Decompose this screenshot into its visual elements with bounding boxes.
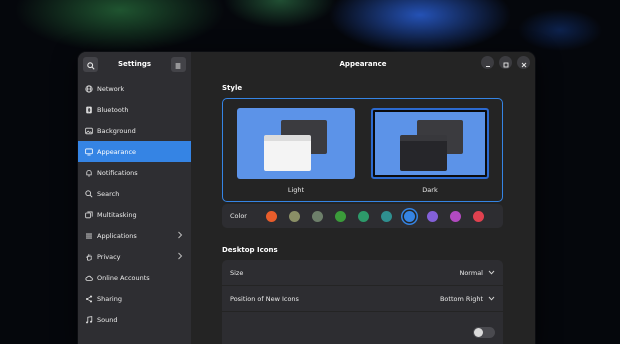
background-icon [84, 126, 93, 135]
color-label: Color [230, 212, 247, 220]
close-icon [521, 53, 527, 72]
preview-front-window [400, 135, 447, 171]
sidebar-list: Network Bluetooth Background Appearance … [78, 78, 191, 330]
color-swatch[interactable] [427, 210, 438, 222]
position-label: Position of New Icons [230, 294, 299, 303]
position-value: Bottom Right [439, 294, 483, 303]
preview-front-window [264, 135, 311, 171]
appearance-icon [84, 147, 93, 156]
sidebar-item-search[interactable]: Search [78, 183, 191, 204]
color-swatches [266, 210, 496, 222]
share-icon [84, 294, 93, 303]
minimize-button[interactable] [481, 56, 494, 69]
color-swatch[interactable] [473, 210, 484, 222]
main-panel: Appearance Style Light Dark Color Deskto… [191, 52, 535, 344]
bell-icon [84, 168, 93, 177]
maximize-button[interactable] [499, 56, 512, 69]
sidebar-item-label: Background [97, 126, 136, 135]
desktop-icons-list: Size Normal Position of New Icons Bottom… [222, 260, 503, 344]
sidebar-item-label: Network [97, 84, 125, 93]
light-theme-option[interactable] [237, 108, 355, 179]
style-section-title: Style [222, 84, 243, 92]
search-button[interactable] [83, 55, 98, 74]
sidebar-item-label: Appearance [97, 147, 137, 156]
toggle-row [222, 312, 503, 338]
search-icon [86, 55, 95, 74]
size-value: Normal [459, 268, 483, 277]
hand-icon [84, 252, 93, 261]
light-theme-label: Light [287, 186, 305, 194]
size-dropdown[interactable]: Normal [459, 269, 495, 277]
menu-button[interactable] [170, 55, 186, 74]
dark-theme-label: Dark [422, 186, 438, 194]
sidebar-item-background[interactable]: Background [78, 120, 191, 141]
minimize-icon [485, 53, 491, 72]
sidebar-item-label: Sound [97, 315, 118, 324]
position-row[interactable]: Position of New Icons Bottom Right [222, 286, 503, 312]
network-icon [84, 84, 93, 93]
close-button[interactable] [517, 56, 530, 69]
cloud-icon [84, 273, 93, 282]
style-selector: Light Dark [222, 98, 503, 202]
hamburger-icon [174, 55, 182, 74]
sidebar-item-bluetooth[interactable]: Bluetooth [78, 99, 191, 120]
size-row[interactable]: Size Normal [222, 260, 503, 286]
applications-icon [84, 231, 93, 240]
sidebar-item-applications[interactable]: Applications [78, 225, 191, 246]
size-label: Size [230, 268, 244, 277]
sidebar-item-privacy[interactable]: Privacy [78, 246, 191, 267]
sidebar-item-label: Notifications [97, 168, 138, 177]
toggle-knob [474, 327, 483, 337]
multitasking-icon [84, 210, 93, 219]
window-controls [481, 56, 530, 69]
chevron-right-icon [177, 231, 183, 241]
sidebar-item-label: Multitasking [97, 210, 137, 219]
chevron-down-icon [488, 295, 495, 303]
sidebar-header: Settings [78, 54, 191, 74]
dark-theme-option[interactable] [371, 108, 489, 179]
bluetooth-icon [84, 105, 93, 114]
sidebar-item-label: Bluetooth [97, 105, 129, 114]
sidebar-item-label: Online Accounts [97, 273, 150, 282]
sidebar-item-appearance[interactable]: Appearance [78, 141, 191, 162]
settings-window: Settings Network Bluetooth Background Ap… [78, 52, 535, 344]
color-swatch[interactable] [289, 210, 300, 222]
chevron-down-icon [488, 269, 495, 277]
color-swatch[interactable] [358, 210, 369, 222]
music-note-icon [84, 315, 93, 324]
sidebar: Settings Network Bluetooth Background Ap… [78, 52, 191, 344]
sidebar-title: Settings [117, 60, 152, 68]
color-swatch[interactable] [266, 210, 277, 222]
sidebar-item-online-accounts[interactable]: Online Accounts [78, 267, 191, 288]
chevron-right-icon [177, 252, 183, 262]
page-title: Appearance [339, 60, 387, 68]
sidebar-item-label: Sharing [97, 294, 122, 303]
accent-color-row: Color [222, 204, 503, 228]
maximize-icon [503, 53, 509, 72]
color-swatch[interactable] [381, 210, 392, 222]
sidebar-item-label: Applications [97, 231, 137, 240]
toggle-switch[interactable] [473, 326, 495, 338]
color-swatch[interactable] [404, 210, 415, 222]
desktop-icons-section-title: Desktop Icons [222, 246, 278, 254]
sidebar-item-notifications[interactable]: Notifications [78, 162, 191, 183]
sidebar-item-network[interactable]: Network [78, 78, 191, 99]
sidebar-item-sound[interactable]: Sound [78, 309, 191, 330]
color-swatch[interactable] [335, 210, 346, 222]
sidebar-item-label: Privacy [97, 252, 121, 261]
sidebar-item-label: Search [97, 189, 120, 198]
sidebar-item-sharing[interactable]: Sharing [78, 288, 191, 309]
sidebar-item-multitasking[interactable]: Multitasking [78, 204, 191, 225]
color-swatch[interactable] [312, 210, 323, 222]
search-icon [84, 189, 93, 198]
color-swatch[interactable] [450, 210, 461, 222]
main-header: Appearance [191, 54, 535, 74]
position-dropdown[interactable]: Bottom Right [440, 295, 495, 303]
